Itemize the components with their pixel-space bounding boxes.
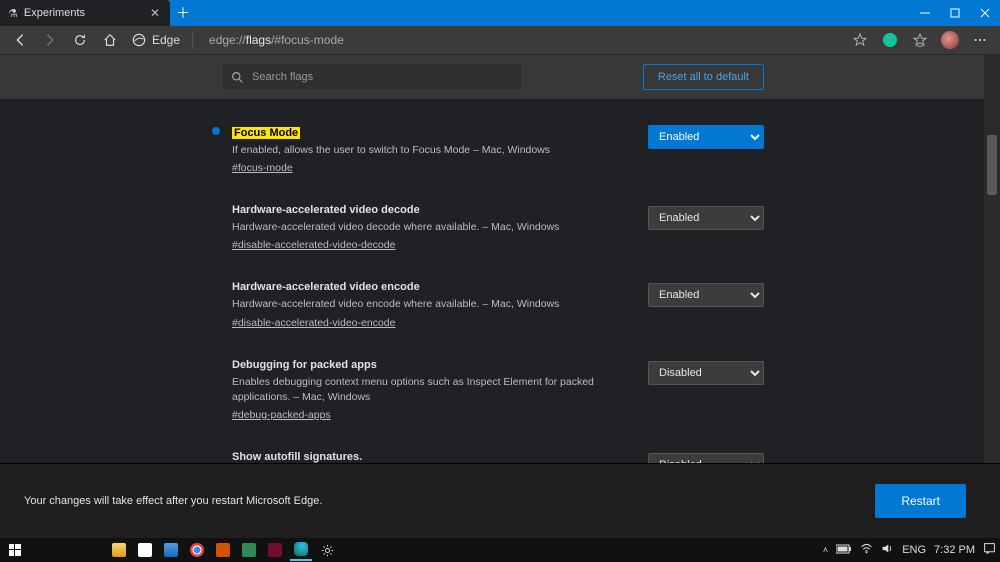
flag-name: Hardware-accelerated video encode (232, 281, 636, 293)
scroll-thumb[interactable] (987, 135, 997, 195)
flag-state-select[interactable]: DefaultEnabledDisabled (648, 283, 764, 307)
flag-state-select[interactable]: DefaultEnabledDisabled (648, 361, 764, 385)
taskbar-app-generic-3[interactable] (264, 539, 286, 561)
app-name-label: Edge (152, 33, 180, 47)
minimize-button[interactable] (910, 0, 940, 26)
back-button[interactable] (6, 26, 34, 54)
flag-row: Hardware-accelerated video decode Hardwar… (212, 194, 764, 271)
tray-wifi-icon[interactable] (860, 542, 873, 558)
search-flags-box[interactable] (222, 63, 522, 91)
refresh-button[interactable] (66, 26, 94, 54)
flag-description: Hardware-accelerated video encode where … (232, 297, 636, 312)
relaunch-bar: Your changes will take effect after you … (0, 464, 1000, 538)
search-icon (231, 71, 244, 84)
taskbar-app-explorer[interactable] (108, 539, 130, 561)
flag-name: Focus Mode (232, 127, 300, 139)
tray-volume-icon[interactable] (881, 542, 894, 558)
flag-hash-link[interactable]: #debug-packed-apps (232, 409, 331, 421)
modified-indicator-dot (212, 127, 220, 135)
taskbar-app-generic-1[interactable] (212, 539, 234, 561)
new-tab-button[interactable]: ＋ (170, 0, 196, 26)
home-button[interactable] (96, 26, 124, 54)
tray-notifications-icon[interactable] (983, 542, 996, 558)
flag-hash-link[interactable]: #disable-accelerated-video-decode (232, 239, 395, 251)
reset-all-button[interactable]: Reset all to default (643, 64, 764, 90)
profile-avatar[interactable] (936, 26, 964, 54)
favorite-star-button[interactable] (846, 26, 874, 54)
tray-battery-icon[interactable] (836, 544, 852, 557)
taskbar-app-settings[interactable] (316, 539, 338, 561)
flag-row: Hardware-accelerated video encode Hardwar… (212, 271, 764, 348)
browser-tab[interactable]: ⚗ Experiments ✕ (0, 0, 170, 26)
taskbar-app-chrome[interactable] (186, 539, 208, 561)
flag-description: Enables debugging context menu options s… (232, 375, 636, 405)
tab-close-button[interactable]: ✕ (150, 6, 160, 20)
address-bar[interactable]: edge://flags/#focus-mode (205, 28, 838, 52)
maximize-button[interactable] (940, 0, 970, 26)
flag-row: Debugging for packed apps Enables debuggi… (212, 349, 764, 441)
start-button[interactable] (4, 539, 26, 561)
flag-state-select[interactable]: DefaultEnabledDisabled (648, 206, 764, 230)
favorites-list-button[interactable] (906, 26, 934, 54)
flag-state-select[interactable]: DefaultEnabledDisabled (648, 125, 764, 149)
taskbar-search-button[interactable] (30, 539, 52, 561)
edge-icon (132, 33, 146, 47)
flag-description: If enabled, allows the user to switch to… (232, 143, 636, 158)
tray-chevron-up-icon[interactable]: ˄ (823, 545, 828, 555)
taskbar-app-generic-2[interactable] (238, 539, 260, 561)
forward-button[interactable] (36, 26, 64, 54)
windows-taskbar: ˄ ENG 7:32 PM (0, 538, 1000, 562)
search-input[interactable] (252, 71, 513, 83)
taskbar-app-store[interactable] (134, 539, 156, 561)
flag-description: Hardware-accelerated video decode where … (232, 220, 636, 235)
flag-hash-link[interactable]: #focus-mode (232, 162, 293, 174)
tab-title: Experiments (24, 7, 144, 19)
taskbar-app-mail[interactable] (160, 539, 182, 561)
cortana-button[interactable] (56, 539, 78, 561)
flag-row: Focus Mode If enabled, allows the user to… (212, 113, 764, 194)
toolbar: Edge edge://flags/#focus-mode (0, 26, 1000, 55)
tray-clock[interactable]: 7:32 PM (934, 544, 975, 556)
titlebar: ⚗ Experiments ✕ ＋ (0, 0, 1000, 26)
more-menu-button[interactable] (966, 26, 994, 54)
flag-hash-link[interactable]: #disable-accelerated-video-encode (232, 317, 395, 329)
task-view-button[interactable] (82, 539, 104, 561)
extension-grammarly[interactable] (876, 26, 904, 54)
flag-name: Debugging for packed apps (232, 359, 636, 371)
flag-name: Hardware-accelerated video decode (232, 204, 636, 216)
taskbar-app-edge[interactable] (290, 539, 312, 561)
restart-button[interactable]: Restart (875, 484, 966, 518)
flag-name: Show autofill signatures. (232, 451, 636, 463)
flask-icon: ⚗ (8, 7, 18, 20)
app-identity: Edge (132, 31, 199, 49)
tray-language[interactable]: ENG (902, 544, 926, 556)
relaunch-message: Your changes will take effect after you … (24, 495, 322, 507)
close-window-button[interactable] (970, 0, 1000, 26)
